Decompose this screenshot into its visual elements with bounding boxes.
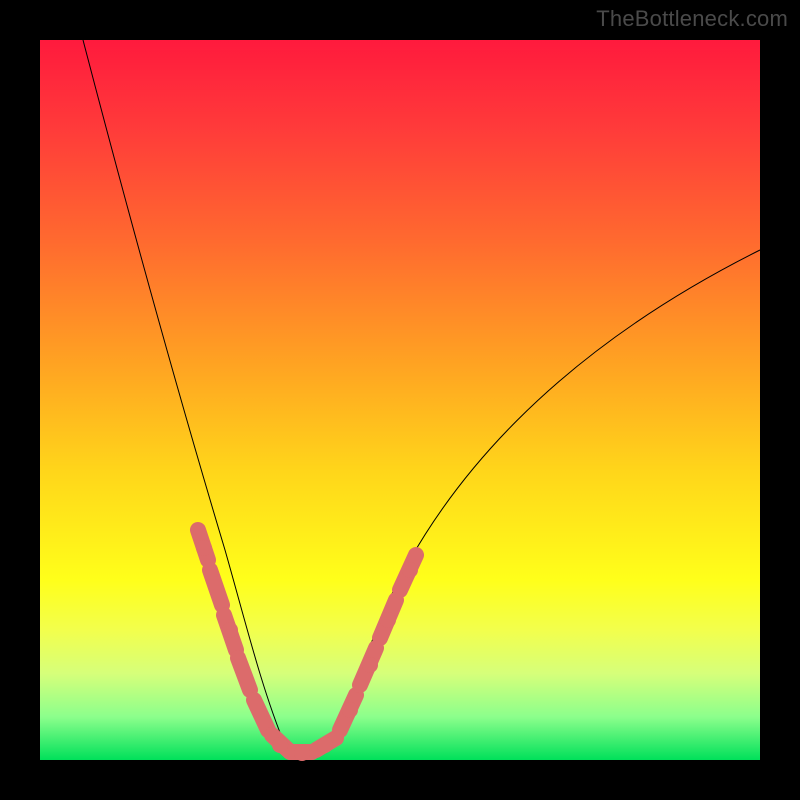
plot-area bbox=[40, 40, 760, 760]
bottleneck-curve bbox=[83, 40, 760, 756]
chart-frame: TheBottleneck.com bbox=[0, 0, 800, 800]
plot-svg bbox=[40, 40, 760, 760]
accent-floor-segment bbox=[254, 700, 336, 761]
accent-right-segment bbox=[340, 555, 418, 730]
watermark-text: TheBottleneck.com bbox=[596, 6, 788, 32]
